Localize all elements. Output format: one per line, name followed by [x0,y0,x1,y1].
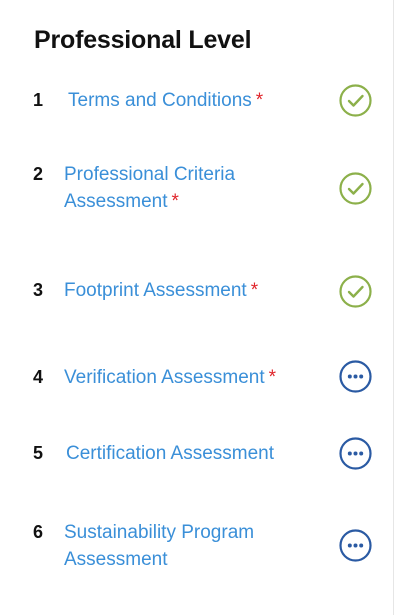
step-label-text: Certification Assessment [66,443,275,464]
step-number: 2 [33,164,44,184]
more-circle-icon [339,437,372,470]
more-circle-icon [339,360,372,393]
more-circle-icon [339,529,372,562]
step-link-footprint-assessment[interactable]: Footprint Assessment * [64,277,326,304]
step-number: 5 [33,443,44,463]
panel-title: Professional Level [34,26,252,54]
step-label-text: Terms and Conditions [68,90,252,111]
required-marker: * [171,191,179,212]
required-marker: * [268,367,277,388]
check-circle-icon [339,275,372,308]
step-link-terms-and-conditions[interactable]: Terms and Conditions * [68,87,330,114]
step-link-professional-criteria-assessment[interactable]: Professional Criteria Assessment * [64,161,294,215]
required-marker: * [250,280,259,301]
required-marker: * [255,90,264,111]
step-label-text: Footprint Assessment [64,280,247,301]
step-number: 6 [33,522,44,542]
step-link-sustainability-program-assessment[interactable]: Sustainability Program Assessment [64,519,294,573]
step-label-text: Verification Assessment [64,367,265,388]
step-link-verification-assessment[interactable]: Verification Assessment * [64,364,326,391]
check-circle-icon [339,84,372,117]
step-label-text: Professional Criteria Assessment [64,164,236,212]
step-number: 1 [33,90,44,110]
check-circle-icon [339,172,372,205]
step-label-text: Sustainability Program Assessment [64,522,255,570]
assessment-steps-panel: Professional Level 1 Terms and Condition… [0,0,394,615]
step-link-certification-assessment[interactable]: Certification Assessment [66,440,328,467]
step-number: 3 [33,280,44,300]
step-number: 4 [33,367,44,387]
